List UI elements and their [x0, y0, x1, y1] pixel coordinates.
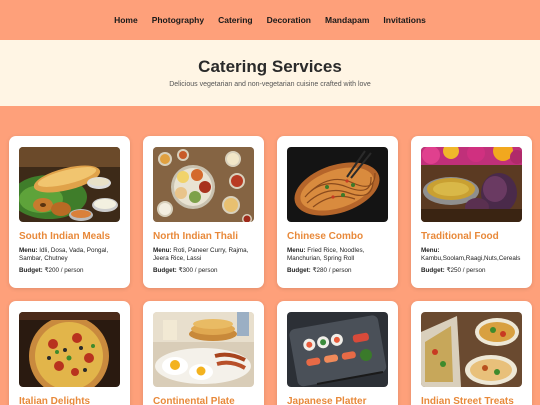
card-title: Italian Delights: [19, 396, 91, 405]
catering-card-south-indian-meals[interactable]: South Indian Meals Menu: Idli, Dosa, Vad…: [9, 136, 130, 288]
catering-card-italian-delights[interactable]: Italian Delights: [9, 301, 130, 405]
card-budget: Budget: ₹200 / person: [19, 267, 125, 274]
card-menu: Menu: Kambu,Soolam,Raagi,Nuts,Cereals: [421, 247, 527, 264]
card-budget: Budget: ₹280 / person: [287, 267, 393, 274]
continental-breakfast-photo: [153, 312, 254, 387]
card-title: North Indian Thali: [153, 231, 238, 242]
italian-pizza-photo: [19, 312, 120, 387]
indian-street-food-photo: [421, 312, 522, 387]
card-menu: Menu: Roti, Paneer Curry, Rajma, Jeera R…: [153, 247, 259, 264]
budget-value: ₹250 / person: [446, 267, 486, 274]
hero-banner: Catering Services Delicious vegetarian a…: [0, 40, 540, 106]
nav-link-home[interactable]: Home: [114, 15, 138, 25]
card-title: Chinese Combo: [287, 231, 364, 242]
card-menu: Menu: Fried Rice, Noodles, Manchurian, S…: [287, 247, 393, 264]
card-title: Traditional Food: [421, 231, 499, 242]
budget-label: Budget:: [19, 267, 43, 274]
budget-value: ₹300 / person: [178, 267, 218, 274]
south-indian-meals-photo: [19, 147, 120, 222]
catering-card-japanese-platter[interactable]: Japanese Platter: [277, 301, 398, 405]
budget-label: Budget:: [153, 267, 177, 274]
menu-label: Menu:: [153, 247, 172, 254]
card-menu: Menu: Idli, Dosa, Vada, Pongal, Sambar, …: [19, 247, 125, 264]
nav-link-decoration[interactable]: Decoration: [267, 15, 311, 25]
catering-card-traditional-food[interactable]: Traditional Food Menu: Kambu,Soolam,Raagi…: [411, 136, 532, 288]
japanese-sushi-photo: [287, 312, 388, 387]
menu-label: Menu:: [421, 247, 440, 254]
catering-card-continental-plate[interactable]: Continental Plate: [143, 301, 264, 405]
budget-value: ₹280 / person: [312, 267, 352, 274]
page-title: Catering Services: [198, 57, 342, 76]
card-title: Continental Plate: [153, 396, 235, 405]
nav-link-photography[interactable]: Photography: [152, 15, 204, 25]
card-title: South Indian Meals: [19, 231, 111, 242]
budget-label: Budget:: [287, 267, 311, 274]
budget-label: Budget:: [421, 267, 445, 274]
card-title: Japanese Platter: [287, 396, 367, 405]
card-budget: Budget: ₹250 / person: [421, 267, 527, 274]
north-indian-thali-photo: [153, 147, 254, 222]
menu-items: Kambu,Soolam,Raagi,Nuts,Cereals: [421, 255, 521, 263]
nav-link-mandapam[interactable]: Mandapam: [325, 15, 369, 25]
chinese-combo-photo: [287, 147, 388, 222]
menu-label: Menu:: [287, 247, 306, 254]
page-subtitle: Delicious vegetarian and non-vegetarian …: [169, 81, 371, 88]
catering-card-indian-street-treats[interactable]: Indian Street Treats: [411, 301, 532, 405]
menu-label: Menu:: [19, 247, 38, 254]
budget-value: ₹200 / person: [44, 267, 84, 274]
card-title: Indian Street Treats: [421, 396, 514, 405]
catering-card-chinese-combo[interactable]: Chinese Combo Menu: Fried Rice, Noodles,…: [277, 136, 398, 288]
card-budget: Budget: ₹300 / person: [153, 267, 259, 274]
traditional-food-photo: [421, 147, 522, 222]
nav-link-invitations[interactable]: Invitations: [383, 15, 426, 25]
catering-card-north-indian-thali[interactable]: North Indian Thali Menu: Roti, Paneer Cu…: [143, 136, 264, 288]
top-navigation: Home Photography Catering Decoration Man…: [0, 0, 540, 38]
nav-link-catering[interactable]: Catering: [218, 15, 252, 25]
